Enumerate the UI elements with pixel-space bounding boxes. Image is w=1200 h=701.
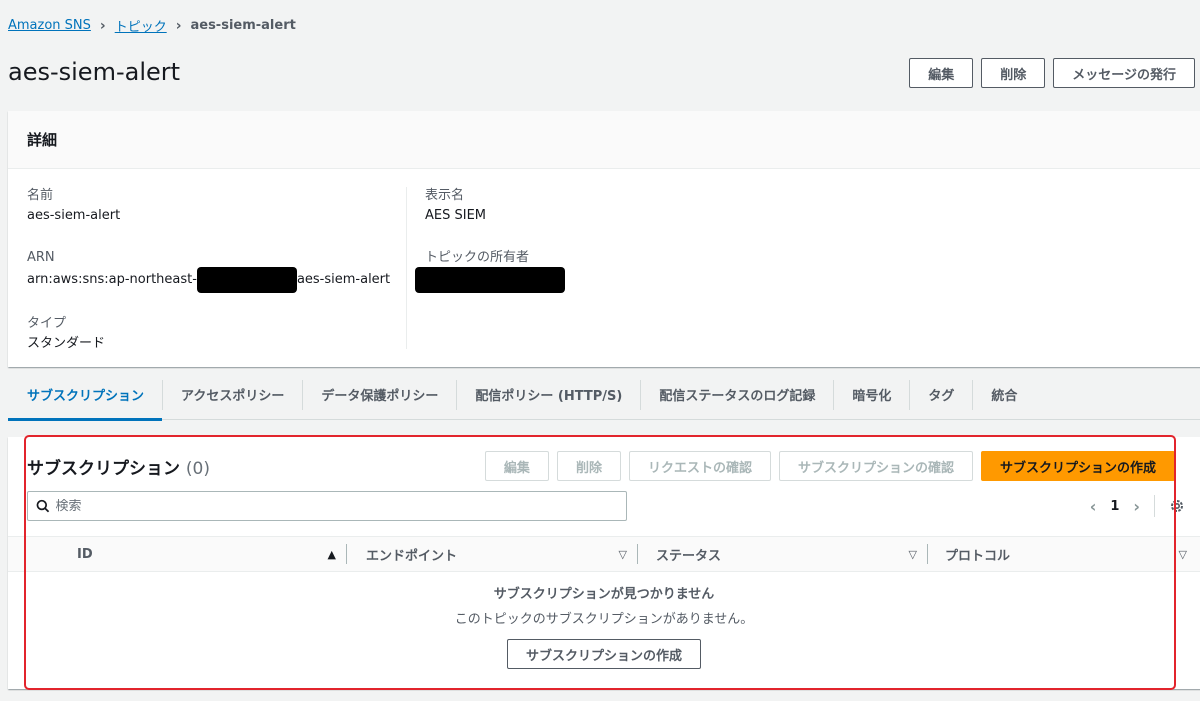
name-value: aes-siem-alert [27,208,121,223]
details-left-column: 名前 aes-siem-alert ARN arn:aws:sns:ap-nor… [27,187,407,377]
chevron-right-icon: › [99,17,106,34]
empty-title: サブスクリプションが見つかりません [493,587,715,602]
create-subscription-button[interactable]: サブスクリプションの作成 [980,451,1175,481]
details-right-column: 表示名 AES SIEM トピックの所有者 [406,187,565,349]
arn-prefix: arn:aws:sns:ap-northeast- [27,272,197,287]
empty-state: サブスクリプションが見つかりません このトピックのサブスクリプションがありません… [8,583,1200,669]
column-header-endpoint[interactable]: エンドポイント ▽ [366,544,638,564]
chevron-right-icon: › [175,17,182,34]
delete-button[interactable]: 削除 [981,58,1046,88]
subscriptions-title: サブスクリプション [27,459,180,479]
sort-caret-icon: ▽ [908,547,917,561]
breadcrumb-amazon-sns[interactable]: Amazon SNS [8,18,91,33]
arn-value: arn:aws:sns:ap-northeast- aes-siem-alert [27,267,407,293]
redacted-block [196,267,297,293]
column-header-id[interactable]: ID ▲ [77,544,347,564]
subscriptions-panel: サブスクリプション (0) 編集 削除 リクエストの確認 サブスクリプションの確… [8,437,1200,689]
breadcrumb: Amazon SNS › トピック › aes-siem-alert [8,16,296,36]
tab-encryption[interactable]: 暗号化 [833,379,909,410]
pagination: ‹ 1 › [1090,495,1185,517]
type-value: スタンダード [27,336,106,351]
edit-button[interactable]: 編集 [909,58,974,88]
pager-divider [1154,495,1155,517]
tab-delivery-policy[interactable]: 配信ポリシー (HTTP/S) [456,379,640,410]
tab-data-protection-policy[interactable]: データ保護ポリシー [302,379,456,410]
table-header: ID ▲ エンドポイント ▽ ステータス ▽ プロトコル ▽ [8,536,1200,572]
subscription-delete-button[interactable]: 削除 [556,451,621,481]
redacted-block [415,267,565,293]
tab-subscriptions[interactable]: サブスクリプション [8,370,163,421]
confirm-subscription-button[interactable]: サブスクリプションの確認 [778,451,973,481]
empty-description: このトピックのサブスクリプションがありません。 [454,612,754,627]
topic-owner-label: トピックの所有者 [425,250,530,265]
arn-suffix: aes-siem-alert [296,272,391,287]
topic-owner-value [415,267,565,293]
search-input[interactable] [55,498,618,514]
subscriptions-count: (0) [185,459,211,479]
gear-icon[interactable] [1169,498,1185,514]
display-name-label: 表示名 [425,188,465,203]
breadcrumb-current: aes-siem-alert [190,18,296,33]
page-title: aes-siem-alert [8,58,181,86]
chevron-left-icon[interactable]: ‹ [1090,497,1097,516]
details-heading: 詳細 [8,111,1200,169]
chevron-right-icon[interactable]: › [1133,497,1140,516]
column-header-protocol[interactable]: プロトコル ▽ [945,544,1187,564]
column-header-status[interactable]: ステータス ▽ [656,544,928,564]
name-label: 名前 [27,188,54,203]
sort-caret-icon: ▽ [1178,547,1187,561]
search-field[interactable] [27,491,627,521]
subscriptions-heading: サブスクリプション (0) [27,454,210,479]
tab-delivery-status-logging[interactable]: 配信ステータスのログ記録 [640,379,833,410]
tab-tags[interactable]: タグ [909,379,972,410]
display-name-value: AES SIEM [425,208,487,223]
type-label: タイプ [27,316,67,331]
tab-access-policy[interactable]: アクセスポリシー [162,379,302,410]
arn-label: ARN [27,250,55,265]
sort-ascending-icon: ▲ [327,547,336,561]
publish-message-button[interactable]: メッセージの発行 [1053,58,1195,88]
subscriptions-actions: 編集 削除 リクエストの確認 サブスクリプションの確認 サブスクリプションの作成 [484,451,1175,481]
sort-caret-icon: ▽ [618,547,627,561]
tab-integrations[interactable]: 統合 [972,379,1035,410]
empty-create-subscription-button[interactable]: サブスクリプションの作成 [506,639,701,669]
breadcrumb-topics[interactable]: トピック [115,16,167,35]
tab-bar: サブスクリプション アクセスポリシー データ保護ポリシー 配信ポリシー (HTT… [8,370,1200,421]
header-actions: 編集 削除 メッセージの発行 [909,58,1195,88]
search-icon [36,499,50,513]
confirm-request-button[interactable]: リクエストの確認 [628,451,771,481]
details-panel: 詳細 名前 aes-siem-alert ARN arn:aws:sns:ap-… [8,111,1200,367]
page-number[interactable]: 1 [1110,499,1119,514]
subscription-edit-button[interactable]: 編集 [484,451,549,481]
